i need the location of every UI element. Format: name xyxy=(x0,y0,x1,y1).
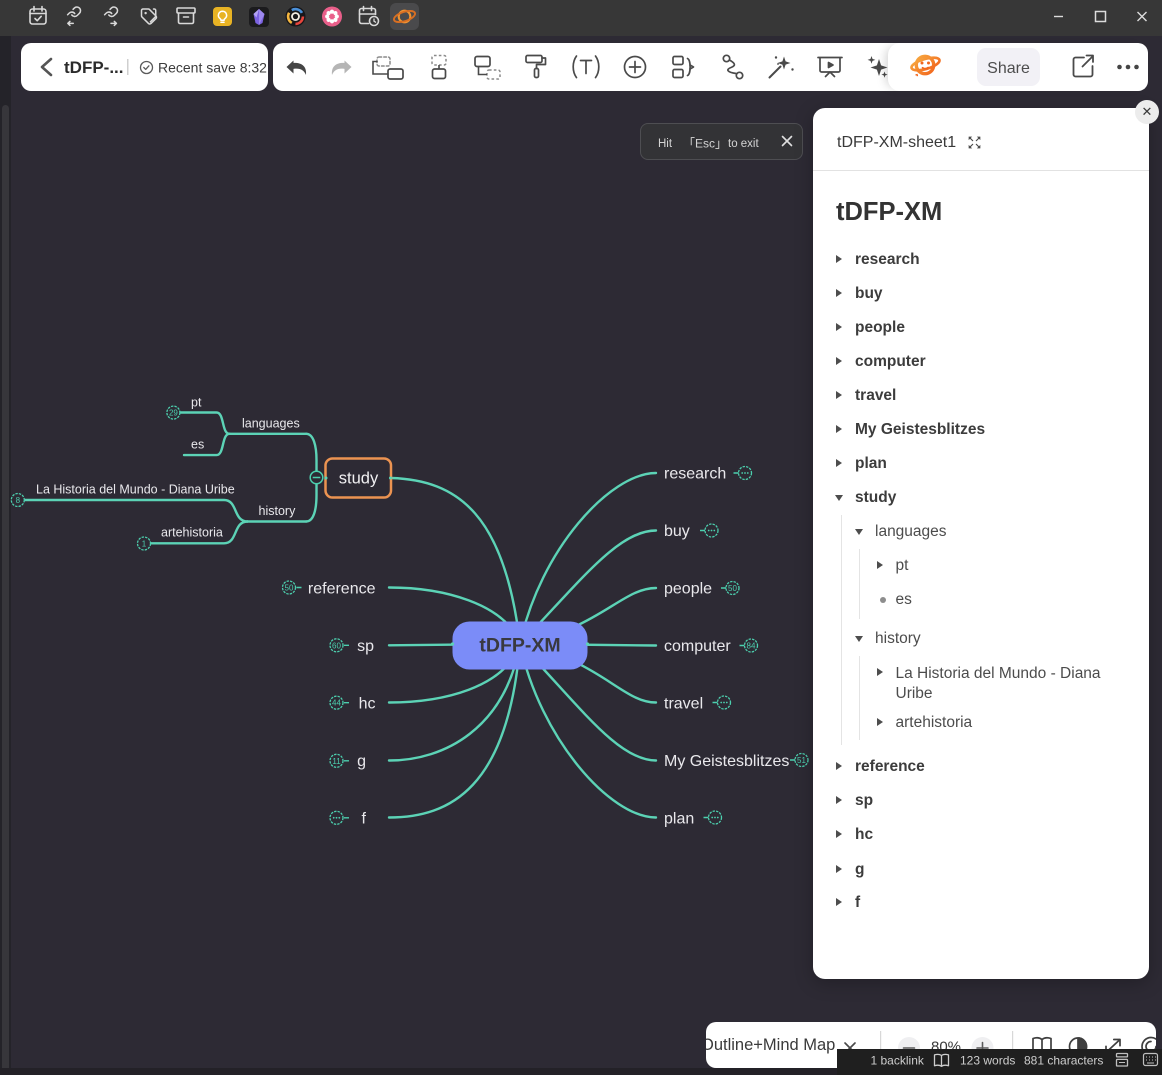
svg-text:f: f xyxy=(362,810,367,827)
svg-text:60: 60 xyxy=(332,641,341,650)
svg-text:Hit: Hit xyxy=(658,138,673,150)
svg-text:1: 1 xyxy=(142,540,147,549)
svg-text:g: g xyxy=(357,753,366,770)
svg-text:8: 8 xyxy=(16,496,21,505)
svg-text:Outline+Mind Map: Outline+Mind Map xyxy=(706,1036,835,1054)
svg-text:study: study xyxy=(339,470,379,488)
svg-text:Share: Share xyxy=(987,60,1030,77)
svg-text:123 words: 123 words xyxy=(960,1054,1015,1068)
svg-text:50: 50 xyxy=(285,584,294,593)
svg-text:44: 44 xyxy=(332,699,341,708)
svg-text:reference: reference xyxy=(308,580,376,597)
svg-text:artehistoria: artehistoria xyxy=(161,526,223,540)
svg-text:pt: pt xyxy=(191,395,202,409)
svg-text:hc: hc xyxy=(359,695,376,712)
svg-text:research: research xyxy=(664,465,726,482)
svg-text:history: history xyxy=(259,504,297,518)
svg-text:computer: computer xyxy=(664,638,731,655)
svg-text:buy: buy xyxy=(664,523,690,540)
svg-text:50: 50 xyxy=(728,584,737,593)
svg-text:es: es xyxy=(191,438,204,452)
svg-text:29: 29 xyxy=(169,409,178,418)
svg-text:people: people xyxy=(664,580,712,597)
svg-text:sp: sp xyxy=(357,638,374,655)
svg-text:languages: languages xyxy=(242,416,300,430)
svg-text:to exit: to exit xyxy=(728,138,759,150)
svg-text:plan: plan xyxy=(664,810,694,827)
svg-text:tDFP-XM: tDFP-XM xyxy=(479,635,560,657)
svg-text:「Esc」: 「Esc」 xyxy=(683,137,727,151)
svg-text:11: 11 xyxy=(332,757,341,766)
svg-text:travel: travel xyxy=(664,695,703,712)
svg-text:tDFP-...: tDFP-... xyxy=(64,58,124,77)
svg-text:Recent save 8:32: Recent save 8:32 xyxy=(158,60,267,76)
svg-text:84: 84 xyxy=(747,642,756,651)
svg-text:51: 51 xyxy=(797,756,806,765)
svg-text:881 characters: 881 characters xyxy=(1024,1054,1103,1068)
svg-text:1 backlink: 1 backlink xyxy=(871,1054,925,1068)
svg-text:My Geistesblitzes: My Geistesblitzes xyxy=(664,753,789,770)
svg-text:La Historia del Mundo - Diana: La Historia del Mundo - Diana Uribe xyxy=(36,482,235,496)
